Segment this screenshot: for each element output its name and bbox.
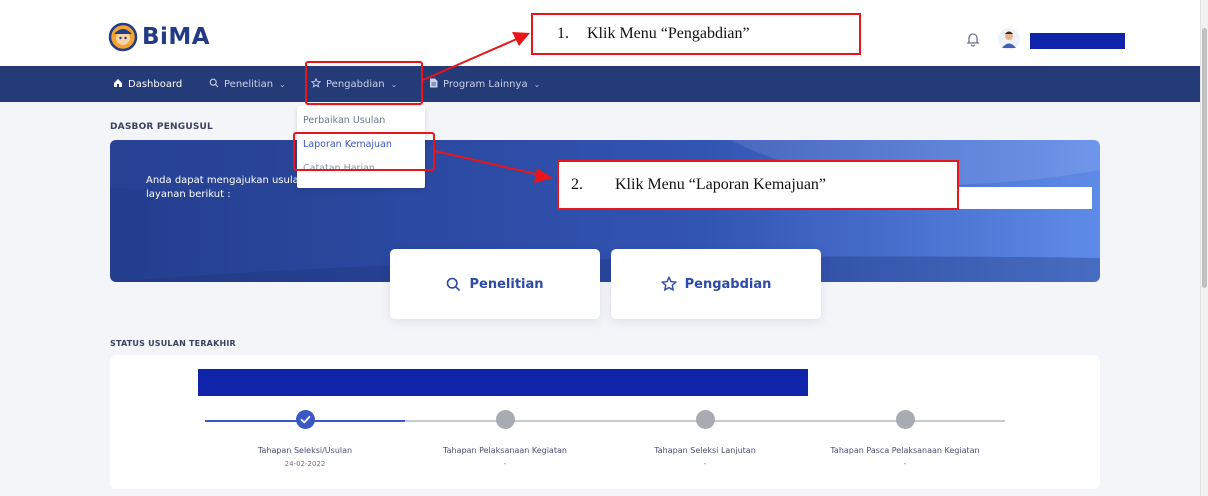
page: BiMA Dashboard Penelitian ⌄ Pengabdian ⌄… [0, 0, 1208, 496]
step-label: Tahapan Seleksi Lanjutan [654, 446, 756, 455]
step-date: 24-02-2022 [284, 460, 326, 468]
logo-mascot-icon [108, 22, 138, 52]
nav-penelitian[interactable]: Penelitian ⌄ [209, 66, 286, 102]
highlight-box-pengabdian [305, 61, 423, 105]
scrollbar-thumb[interactable] [1202, 28, 1207, 288]
step-pending-dot [496, 410, 515, 429]
document-icon [429, 78, 438, 91]
callout-step-2: 2. Klik Menu “Laporan Kemajuan” [557, 160, 959, 210]
step-date: - [903, 460, 907, 468]
dropdown-item-perbaikan-usulan[interactable]: Perbaikan Usulan [303, 115, 385, 126]
callout-step-2-number: 2. [571, 176, 583, 193]
chevron-down-icon: ⌄ [279, 79, 286, 89]
step-label: Tahapan Pasca Pelaksanaan Kegiatan [830, 446, 980, 455]
service-card-penelitian-label: Penelitian [469, 276, 544, 292]
nav-dashboard[interactable]: Dashboard [113, 66, 182, 102]
callout-step-1-text: Klik Menu “Pengabdian” [587, 25, 750, 42]
callout-step-1-number: 1. [557, 25, 569, 42]
nav-program-lainnya-label: Program Lainnya [443, 78, 528, 90]
nav-penelitian-label: Penelitian [224, 78, 274, 90]
step-pending-dot [896, 410, 915, 429]
redacted-username [1030, 33, 1125, 49]
nav-program-lainnya[interactable]: Program Lainnya ⌄ [429, 66, 540, 102]
step-label: Tahapan Seleksi/Usulan [257, 446, 353, 455]
search-icon [209, 78, 219, 91]
nav-dashboard-label: Dashboard [128, 78, 183, 90]
user-avatar[interactable] [998, 28, 1020, 50]
home-icon [113, 78, 123, 91]
redacted-area [958, 187, 1092, 209]
step-pending-dot [696, 410, 715, 429]
logo[interactable]: BiMA [108, 22, 210, 52]
logo-text: BiMA [142, 24, 211, 50]
redacted-proposal-title [198, 369, 808, 396]
step-date: - [503, 460, 507, 468]
star-icon [661, 276, 677, 291]
step-date: - [703, 460, 707, 468]
step-label: Tahapan Pelaksanaan Kegiatan [443, 446, 567, 455]
service-card-pengabdian-label: Pengabdian [684, 276, 772, 292]
dashboard-title: DASBOR PENGUSUL [110, 122, 213, 132]
callout-step-1: 1. Klik Menu “Pengabdian” [531, 13, 861, 55]
main-navbar: Dashboard Penelitian ⌄ Pengabdian ⌄ Prog… [0, 66, 1200, 102]
service-card-pengabdian[interactable]: Pengabdian [611, 249, 821, 319]
service-card-penelitian[interactable]: Penelitian [390, 249, 600, 319]
status-title: STATUS USULAN TERAKHIR [110, 339, 236, 348]
search-icon [447, 277, 461, 291]
chevron-down-icon: ⌄ [533, 79, 541, 89]
highlight-box-laporan-kemajuan [293, 132, 435, 171]
notification-bell-icon[interactable] [964, 30, 982, 48]
step-check-icon [296, 410, 315, 429]
callout-step-2-text: Klik Menu “Laporan Kemajuan” [615, 176, 827, 193]
